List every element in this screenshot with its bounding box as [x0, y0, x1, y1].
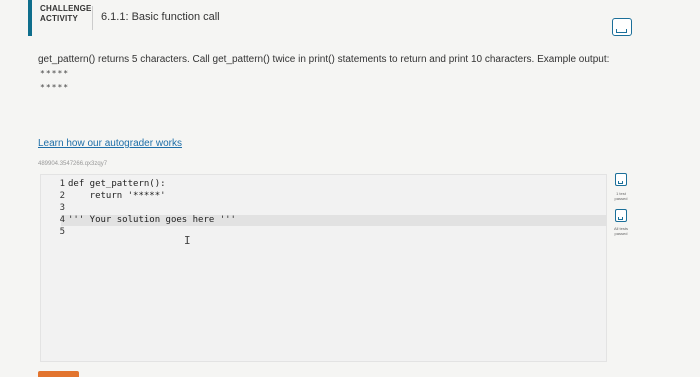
line-number: 4: [59, 215, 65, 225]
instructions-text: get_pattern() returns 5 characters. Call…: [38, 54, 610, 65]
code-line[interactable]: ''' Your solution goes here ''': [68, 215, 236, 225]
code-line[interactable]: return '*****': [68, 191, 166, 201]
test-2-status: All tests passed: [606, 226, 636, 236]
test-2-check-box-icon: [615, 209, 627, 222]
test-1-status: 1 test passed: [606, 191, 636, 201]
test-1-check-box-icon: [615, 173, 627, 186]
example-output-line-1: *****: [40, 69, 70, 78]
activity-accent-bar: [28, 0, 32, 36]
badge-line-1: CHALLENGE: [40, 4, 92, 13]
challenge-activity-badge: CHALLENGE ACTIVITY: [40, 4, 92, 24]
test-2-label-line-2: passed: [614, 231, 628, 236]
line-number: 5: [59, 227, 65, 237]
activity-code-id: 489904.3547266.qx3zqy7: [38, 161, 108, 167]
check-button[interactable]: [38, 371, 79, 377]
line-number: 3: [59, 203, 65, 213]
code-line[interactable]: def get_pattern():: [68, 179, 166, 189]
completion-status-icon: [612, 18, 632, 36]
learn-autograder-link[interactable]: Learn how our autograder works: [38, 138, 182, 149]
line-number: 1: [59, 179, 65, 189]
badge-line-2: ACTIVITY: [40, 14, 79, 23]
text-cursor-icon: I: [184, 234, 191, 247]
activity-title: 6.1.1: Basic function call: [101, 11, 220, 23]
code-editor[interactable]: 1 2 3 4 5 def get_pattern(): return '***…: [40, 174, 607, 362]
example-output-line-2: *****: [40, 83, 70, 92]
line-number: 2: [59, 191, 65, 201]
test-1-label-line-2: passed: [614, 196, 628, 201]
header-divider: [92, 6, 93, 30]
